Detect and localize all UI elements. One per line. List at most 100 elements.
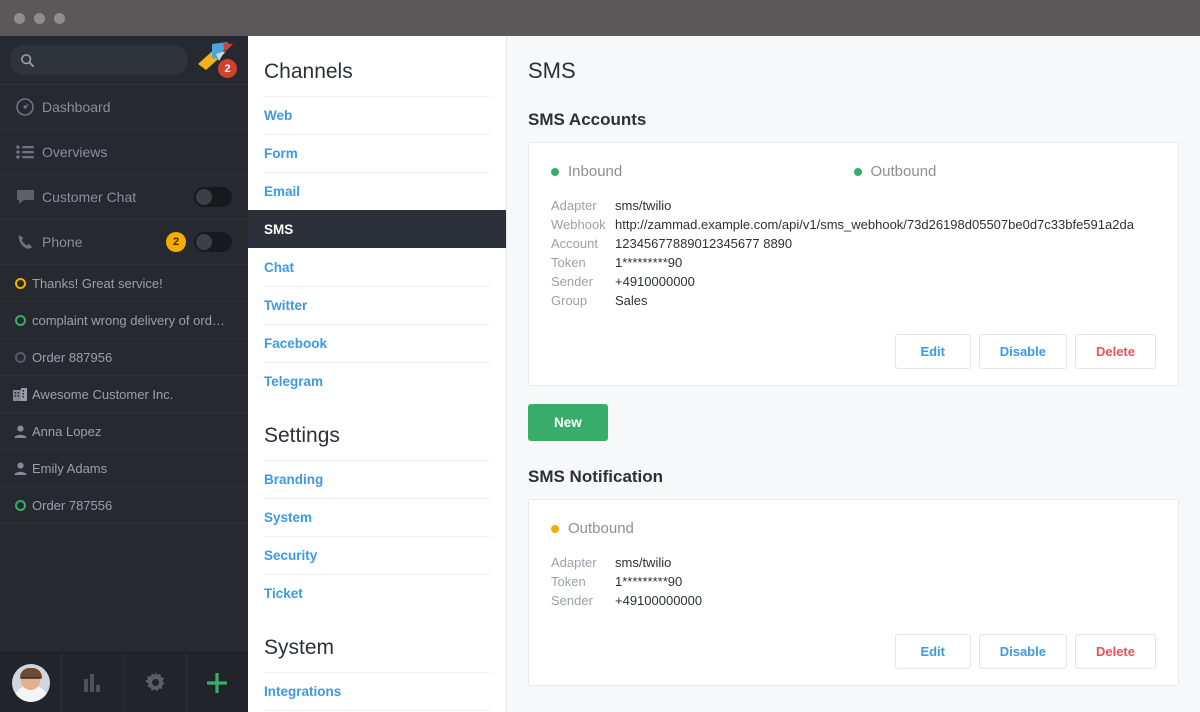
sms-accounts-heading: SMS Accounts <box>528 110 647 129</box>
nav-link-email[interactable]: Email <box>264 172 490 210</box>
field-value: sms/twilio <box>615 198 672 213</box>
field-row-adapter: Adapter sms/twilio <box>551 553 1156 572</box>
field-row-adapter: Adapter sms/twilio <box>551 196 1156 215</box>
edit-button[interactable]: Edit <box>894 634 971 669</box>
field-key: Group <box>551 293 588 308</box>
nav-link-twitter[interactable]: Twitter <box>264 286 490 324</box>
admin-nav-column: Channels Web Form Email SMS Chat Twitter… <box>248 36 507 712</box>
field-value: 1*********90 <box>615 255 683 270</box>
list-item[interactable]: Order 887956 <box>0 339 248 376</box>
list-item[interactable]: Thanks! Great service! <box>0 265 248 302</box>
list-item-label: Emily Adams <box>32 460 108 476</box>
admin-settings-button[interactable] <box>125 653 187 712</box>
delete-button[interactable]: Delete <box>1074 334 1156 369</box>
state-circle-icon <box>8 351 32 363</box>
main-content: SMS SMS Accounts Inbound Outbound Adapte… <box>507 36 1200 712</box>
nav-link-web[interactable]: Web <box>264 96 490 134</box>
nav-link-security[interactable]: Security <box>264 536 490 574</box>
field-value: sms/twilio <box>615 555 672 570</box>
field-value: Sales <box>615 293 648 308</box>
outbound-label: Outbound <box>568 520 634 537</box>
gear-icon <box>144 672 165 692</box>
list-item-label: Thanks! Great service! <box>32 275 163 291</box>
list-item-label: Anna Lopez <box>32 423 102 439</box>
nav-link-sms[interactable]: SMS <box>248 210 506 248</box>
sidebar-item-phone[interactable]: Phone 2 <box>0 220 248 265</box>
sms-account-fields: Adapter sms/twilio Webhook http://zammad… <box>551 196 1156 310</box>
sidebar-item-label: Customer Chat <box>42 189 137 205</box>
customer-chat-toggle[interactable] <box>194 187 232 207</box>
field-row-token: Token 1*********90 <box>551 572 1156 591</box>
sidebar-item-dashboard[interactable]: Dashboard <box>0 85 248 130</box>
nav-link-facebook[interactable]: Facebook <box>264 324 490 362</box>
nav-link-system[interactable]: System <box>264 498 490 536</box>
status-dot-icon <box>551 524 559 533</box>
list-item[interactable]: Awesome Customer Inc. <box>0 376 248 413</box>
field-key: Account <box>551 236 598 251</box>
nav-link-telegram[interactable]: Telegram <box>264 362 490 400</box>
sidebar-item-label: Phone <box>42 234 83 250</box>
nav-group-title-channels: Channels <box>264 60 353 83</box>
inbound-label: Inbound <box>568 163 623 180</box>
nav-link-branding[interactable]: Branding <box>264 460 490 498</box>
field-row-token: Token 1*********90 <box>551 253 1156 272</box>
nav-link-chat[interactable]: Chat <box>264 248 490 286</box>
field-key: Adapter <box>551 198 597 213</box>
phone-icon <box>16 233 42 251</box>
edit-button[interactable]: Edit <box>894 334 971 369</box>
nav-group-title-system: System <box>264 636 335 659</box>
logo-notification-badge: 2 <box>218 59 237 78</box>
list-item[interactable]: Anna Lopez <box>0 413 248 450</box>
sms-account-card-states: Inbound Outbound <box>551 163 1156 196</box>
sms-account-card: Inbound Outbound Adapter sms/twilio Webh… <box>528 142 1179 386</box>
maximize-button[interactable] <box>54 13 65 24</box>
page-title: SMS <box>528 58 576 83</box>
close-button[interactable] <box>14 13 25 24</box>
list-item[interactable]: Emily Adams <box>0 450 248 487</box>
state-circle-icon <box>8 499 32 511</box>
minimize-button[interactable] <box>34 13 45 24</box>
field-row-webhook: Webhook http://zammad.example.com/api/v1… <box>551 215 1156 234</box>
field-key: Token <box>551 574 586 589</box>
notification-outbound-status: Outbound <box>551 520 1156 537</box>
delete-button[interactable]: Delete <box>1074 634 1156 669</box>
list-item[interactable]: Order 787556 <box>0 487 248 524</box>
user-avatar-button[interactable] <box>0 653 63 712</box>
new-sms-account-button[interactable]: New <box>528 404 608 441</box>
list-item[interactable]: complaint wrong delivery of ord… <box>0 302 248 339</box>
search-field[interactable] <box>10 45 188 75</box>
admin-nav-inner: Channels Web Form Email SMS Chat Twitter… <box>248 36 506 712</box>
nav-link-form[interactable]: Form <box>264 134 490 172</box>
sidebar-item-customer-chat[interactable]: Customer Chat <box>0 175 248 220</box>
field-value: +4910000000 <box>615 274 695 289</box>
search-input[interactable] <box>41 52 178 68</box>
list-item-label: Order 887956 <box>32 349 113 365</box>
search-icon <box>21 53 35 67</box>
sms-notification-heading: SMS Notification <box>528 467 664 486</box>
dashboard-icon <box>16 98 42 116</box>
field-key: Adapter <box>551 555 597 570</box>
state-circle-icon <box>8 314 32 326</box>
avatar <box>11 663 50 702</box>
reporting-button[interactable] <box>62 653 125 712</box>
field-key: Webhook <box>551 217 606 232</box>
outbound-status: Outbound <box>853 163 1157 180</box>
outbound-column: Outbound <box>853 163 1157 196</box>
zammad-logo[interactable]: 2 <box>192 40 238 80</box>
status-dot-icon <box>551 167 559 176</box>
nav-link-ticket[interactable]: Ticket <box>264 574 490 612</box>
sidebar-item-overviews[interactable]: Overviews <box>0 130 248 175</box>
field-value: +49100000000 <box>615 593 703 608</box>
disable-button[interactable]: Disable <box>978 334 1067 369</box>
chat-bubble-icon <box>16 189 42 205</box>
sidebar-search-row: 2 <box>0 36 248 85</box>
field-value: 12345677889012345677 8890 <box>615 236 793 251</box>
new-ticket-button[interactable] <box>187 653 248 712</box>
field-key: Token <box>551 255 586 270</box>
phone-toggle[interactable] <box>194 232 232 252</box>
nav-link-integrations[interactable]: Integrations <box>264 672 490 710</box>
list-icon <box>16 145 42 159</box>
disable-button[interactable]: Disable <box>978 634 1067 669</box>
status-dot-icon <box>853 167 862 176</box>
